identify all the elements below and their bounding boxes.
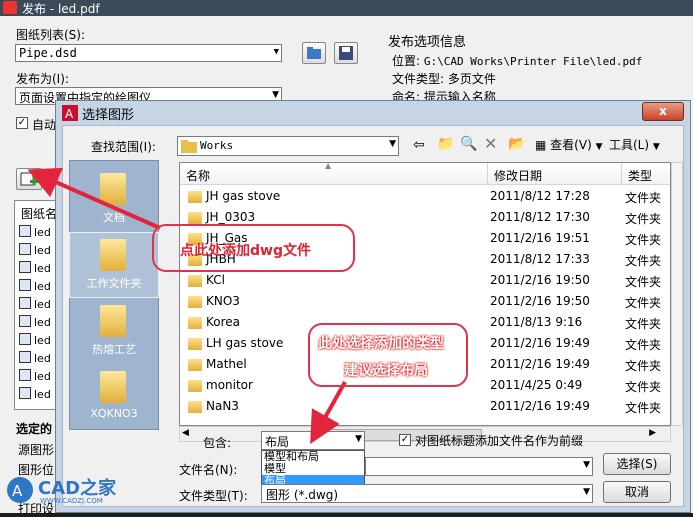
select-type-line1: 此处选择添加的类型: [318, 336, 444, 352]
arrow-to-add-button: [27, 167, 161, 230]
cadzj-logo-icon: A: [7, 477, 33, 503]
watermark: A CAD之家 WWW.CADZJ.COM: [6, 474, 136, 508]
watermark-url: WWW.CADZJ.COM: [40, 497, 103, 505]
arrow-to-include-combo: [310, 381, 347, 444]
select-type-line2: 建议选择布局: [344, 363, 428, 379]
svg-text:A: A: [12, 482, 23, 500]
add-dwg-annotation: 点此处添加dwg文件: [180, 243, 311, 259]
